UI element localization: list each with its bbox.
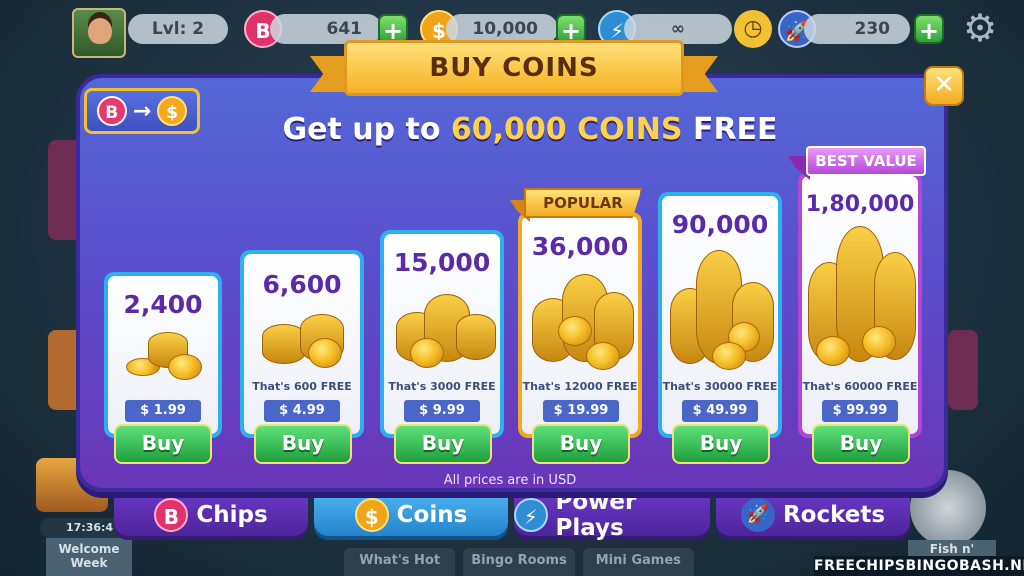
headline-prefix: Get up to — [282, 112, 451, 147]
offer-amount: 90,000 — [671, 210, 769, 239]
buy-button[interactable]: Buy — [672, 424, 770, 464]
convert-chips-to-coins-button[interactable]: B → $ — [84, 88, 200, 134]
best-value-badge: BEST VALUE — [806, 146, 926, 176]
nav-bingo-rooms[interactable]: Bingo Rooms — [463, 548, 575, 576]
coin-icon — [712, 342, 746, 370]
fish-text: Fish n' — [929, 542, 975, 556]
buy-button[interactable]: Buy — [394, 424, 492, 464]
clock-icon: ◷ — [734, 10, 772, 48]
bonus-text: That's 60000 FREE — [802, 380, 918, 393]
offer-price: $ 1.99 — [125, 400, 201, 422]
arrow-right-icon: → — [132, 98, 152, 124]
buy-button[interactable]: Buy — [532, 424, 630, 464]
offer-price: $ 4.99 — [264, 400, 340, 422]
coin-icon — [862, 326, 896, 358]
avatar[interactable] — [72, 8, 126, 58]
tab-power-plays[interactable]: ⚡ Power Plays — [514, 489, 710, 541]
coin-icon — [558, 316, 592, 346]
powerplays-value: ∞ — [670, 19, 686, 39]
offer-amount: 6,600 — [262, 270, 342, 299]
chips-value: 641 — [326, 19, 363, 39]
tab-rockets-label: Rockets — [782, 502, 886, 528]
tab-coins[interactable]: $ Coins — [314, 490, 508, 540]
power-play-icon: ⚡ — [514, 498, 548, 532]
popular-badge: POPULAR — [524, 188, 642, 218]
chip-glyph: B — [255, 19, 271, 43]
buy-button[interactable]: Buy — [812, 424, 910, 464]
dialog-title: BUY COINS — [344, 40, 684, 96]
offer-amount: 2,400 — [123, 290, 203, 319]
lobby-room-tile — [948, 330, 978, 410]
bonus-text: That's 600 FREE — [252, 380, 352, 393]
close-icon: ✕ — [933, 70, 955, 100]
offer-card: 1,80,000 That's 60000 FREE — [798, 172, 922, 438]
welcome-text: Welcome Week — [58, 542, 120, 570]
tab-coins-label: Coins — [396, 502, 468, 528]
bonus-text: That's 3000 FREE — [388, 380, 496, 393]
close-button[interactable]: ✕ — [924, 66, 964, 106]
offer-amount: 15,000 — [393, 248, 491, 277]
offer-price: $ 99.99 — [822, 400, 898, 422]
currency-disclaimer: All prices are in USD — [443, 473, 577, 488]
offer-amount: 1,80,000 — [805, 192, 915, 217]
tab-power-plays-label: Power Plays — [555, 489, 637, 541]
dialog-title-ribbon: BUY COINS — [310, 40, 718, 100]
watermark: FREECHIPSBINGOBASH.NET — [814, 556, 1024, 576]
lobby-bottom-nav: What's Hot Bingo Rooms Mini Games — [344, 548, 694, 576]
rockets-counter: 230 — [804, 14, 910, 44]
tab-chips-label: Chips — [196, 502, 268, 528]
coin-icon — [410, 338, 444, 368]
tab-chips[interactable]: B Chips — [114, 490, 308, 540]
coin-icon — [816, 336, 850, 366]
buy-button[interactable]: Buy — [254, 424, 352, 464]
coins-value: 10,000 — [472, 19, 538, 39]
nav-whats-hot[interactable]: What's Hot — [344, 548, 456, 576]
buy-button[interactable]: Buy — [114, 424, 212, 464]
timer-text: 17:36:4 — [66, 521, 114, 534]
bonus-text: That's 30000 FREE — [662, 380, 778, 393]
chip-icon: B — [154, 498, 189, 532]
headline-suffix: FREE — [682, 112, 778, 147]
coin-stack-icon — [456, 314, 496, 360]
offer-price: $ 49.99 — [682, 400, 758, 422]
coin-icon — [168, 354, 202, 380]
coin-icon — [586, 342, 620, 370]
offer-price: $ 19.99 — [543, 400, 619, 422]
gear-icon[interactable]: ⚙ — [960, 8, 1000, 48]
welcome-week-label[interactable]: Welcome Week — [46, 538, 132, 576]
rockets-value: 230 — [854, 19, 891, 39]
nav-mini-games[interactable]: Mini Games — [582, 548, 694, 576]
promo-headline: Get up to 60,000 COINS FREE — [200, 112, 860, 147]
offer-price: $ 9.99 — [404, 400, 480, 422]
chip-icon: B — [96, 96, 127, 126]
offer-amount: 36,000 — [531, 232, 629, 261]
add-rockets-button[interactable]: + — [914, 14, 944, 45]
coin-icon: $ — [157, 96, 188, 126]
tab-rockets[interactable]: 🚀 Rockets — [716, 490, 910, 540]
headline-highlight: 60,000 COINS — [450, 112, 683, 147]
rocket-icon: 🚀 — [740, 498, 775, 532]
bonus-text: That's 12000 FREE — [522, 380, 638, 393]
level-display: Lvl: 2 — [128, 14, 228, 44]
level-label: Lvl: 2 — [151, 19, 205, 39]
coin-icon — [308, 338, 342, 368]
coin-icon: $ — [354, 498, 389, 532]
